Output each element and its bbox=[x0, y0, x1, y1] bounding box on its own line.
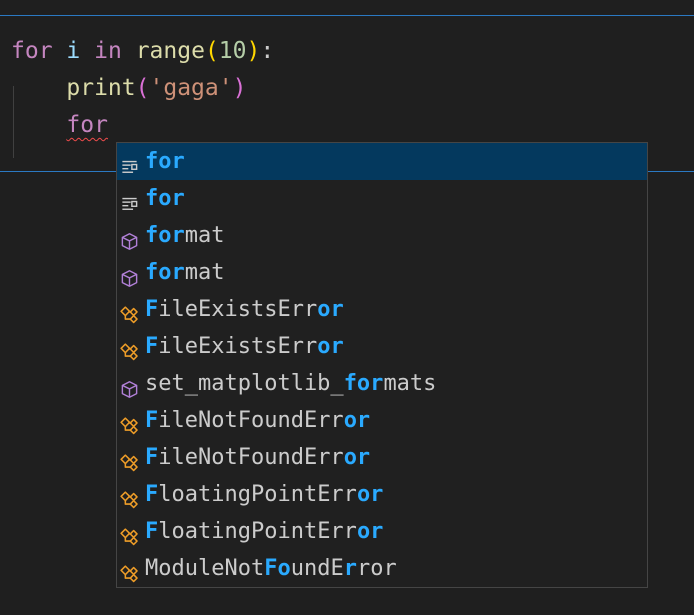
match-highlight: F bbox=[145, 297, 159, 322]
match-highlight: F bbox=[145, 408, 159, 433]
label-text: set_matplotlib_ bbox=[145, 371, 344, 396]
suggestion-widget[interactable]: for for format format FileExistsError FileExi… bbox=[116, 142, 648, 588]
code-token: ( bbox=[135, 75, 150, 101]
suggestion-item[interactable]: for bbox=[117, 180, 647, 217]
suggestion-label: ModuleNotFoundError bbox=[145, 550, 397, 587]
match-highlight: r bbox=[343, 556, 357, 581]
suggestion-item[interactable]: FloatingPointError bbox=[117, 476, 647, 513]
label-text: ileExistsErr bbox=[158, 334, 318, 359]
code-token: ) bbox=[232, 75, 247, 101]
class-icon bbox=[120, 448, 139, 472]
suggestion-item[interactable]: for bbox=[117, 143, 647, 180]
method-icon bbox=[120, 263, 139, 287]
code-token: i bbox=[66, 38, 81, 64]
suggestion-label: for bbox=[145, 180, 185, 217]
suggestion-item[interactable]: set_matplotlib_formats bbox=[117, 365, 647, 402]
class-icon bbox=[120, 337, 139, 361]
suggestion-label: FileNotFoundError bbox=[145, 402, 370, 439]
code-line-3[interactable]: for bbox=[11, 107, 108, 144]
code-token: ) bbox=[246, 38, 261, 64]
class-icon bbox=[120, 485, 139, 509]
code-token: ( bbox=[204, 38, 219, 64]
snippet-icon bbox=[120, 189, 139, 210]
code-token: for bbox=[11, 38, 53, 64]
suggestion-label: set_matplotlib_formats bbox=[145, 365, 436, 402]
code-token: range bbox=[135, 38, 205, 64]
suggestion-item[interactable]: FileNotFoundError bbox=[117, 439, 647, 476]
match-highlight: or bbox=[343, 445, 371, 470]
suggestion-item[interactable]: FloatingPointError bbox=[117, 513, 647, 550]
suggestion-label: FileExistsError bbox=[145, 291, 344, 328]
class-icon bbox=[120, 522, 139, 546]
label-text: ileNotFoundErr bbox=[158, 408, 344, 433]
code-token: print bbox=[66, 75, 136, 101]
label-text: mats bbox=[383, 371, 437, 396]
label-text: ileNotFoundErr bbox=[158, 445, 344, 470]
suggestion-item[interactable]: format bbox=[117, 254, 647, 291]
class-icon bbox=[120, 411, 139, 435]
match-highlight: for bbox=[145, 149, 185, 174]
suggestion-item[interactable]: FileNotFoundError bbox=[117, 402, 647, 439]
match-highlight: F bbox=[145, 334, 159, 359]
label-text: ModuleNot bbox=[145, 556, 265, 581]
label-text: loatingPointErr bbox=[158, 482, 357, 507]
match-highlight: F bbox=[145, 519, 159, 544]
class-icon bbox=[120, 559, 139, 583]
suggestion-label: format bbox=[145, 254, 225, 291]
method-icon bbox=[120, 374, 139, 398]
suggestion-item[interactable]: format bbox=[117, 217, 647, 254]
suggestion-item[interactable]: ModuleNotFoundError bbox=[117, 550, 647, 587]
suggestion-label: FloatingPointError bbox=[145, 476, 383, 513]
match-highlight: for bbox=[145, 260, 185, 285]
method-icon bbox=[120, 226, 139, 250]
match-highlight: F bbox=[145, 445, 159, 470]
match-highlight: or bbox=[356, 482, 384, 507]
code-token: : bbox=[260, 38, 275, 64]
suggestion-label: FileNotFoundError bbox=[145, 439, 370, 476]
code-line-2[interactable]: print('gaga') bbox=[11, 70, 246, 107]
code-token: 'gaga' bbox=[149, 75, 233, 101]
match-highlight: or bbox=[317, 334, 344, 359]
label-text: loatingPointErr bbox=[158, 519, 357, 544]
match-highlight: for bbox=[343, 371, 384, 396]
class-icon bbox=[120, 300, 139, 324]
code-token: 10 bbox=[218, 38, 247, 64]
suggestion-label: for bbox=[145, 143, 185, 180]
match-highlight: or bbox=[356, 519, 384, 544]
match-highlight: for bbox=[145, 223, 185, 248]
suggestion-label: FileExistsError bbox=[145, 328, 344, 365]
label-text: undE bbox=[290, 556, 344, 581]
match-highlight: or bbox=[343, 408, 371, 433]
label-text: mat bbox=[184, 260, 225, 285]
snippet-icon bbox=[120, 152, 139, 173]
label-text: ileExistsErr bbox=[158, 297, 318, 322]
match-highlight: or bbox=[317, 297, 344, 322]
suggestion-item[interactable]: FileExistsError bbox=[117, 291, 647, 328]
code-token: for bbox=[66, 112, 108, 138]
suggestion-item[interactable]: FileExistsError bbox=[117, 328, 647, 365]
match-highlight: F bbox=[145, 482, 159, 507]
code-line-1[interactable]: for i in range(10): bbox=[11, 33, 274, 70]
code-token: in bbox=[94, 38, 122, 64]
label-text: mat bbox=[184, 223, 225, 248]
label-text: ror bbox=[356, 556, 397, 581]
suggestion-label: FloatingPointError bbox=[145, 513, 383, 550]
match-highlight: for bbox=[145, 186, 185, 211]
match-highlight: Fo bbox=[264, 556, 291, 581]
suggestion-label: format bbox=[145, 217, 225, 254]
